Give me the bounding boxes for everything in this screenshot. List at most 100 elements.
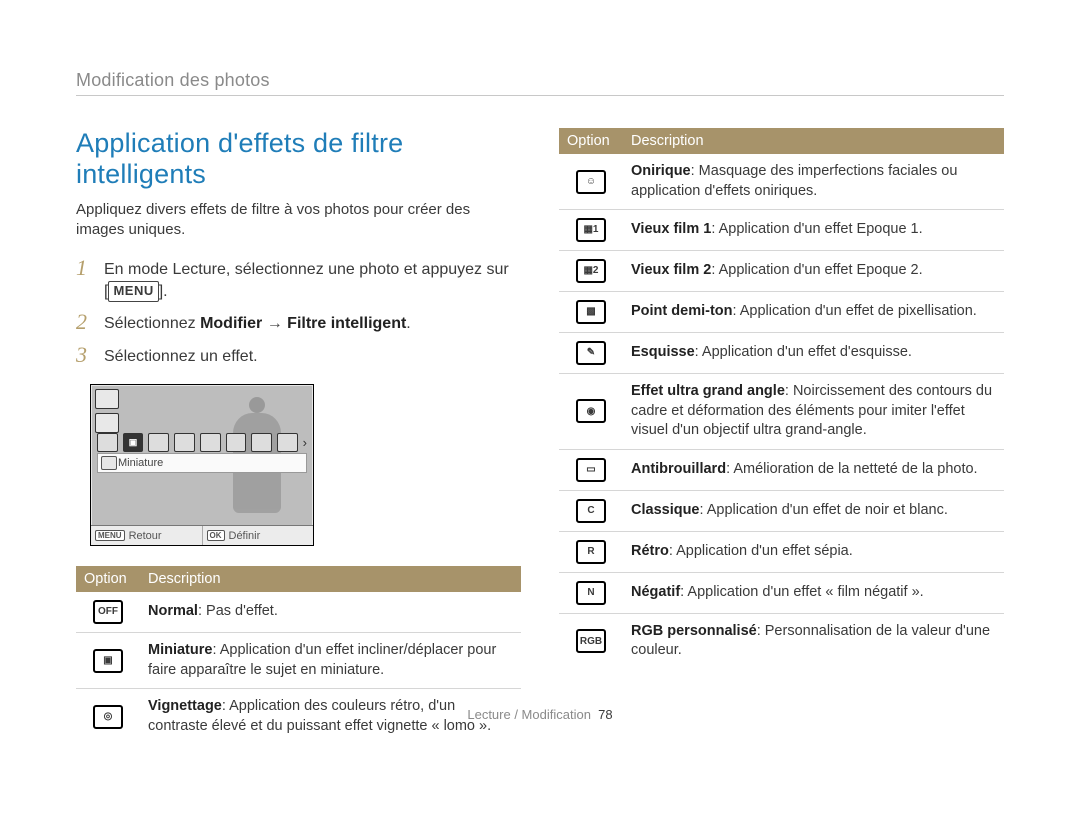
- option-name: Miniature: [148, 642, 212, 658]
- option-description-cell: Onirique: Masquage des imperfections fac…: [623, 154, 1004, 210]
- option-glyph-icon: ◉: [576, 399, 606, 423]
- step-3: Sélectionnez un effet.: [76, 346, 521, 368]
- option-glyph-icon: ☺: [576, 170, 606, 194]
- lcd-bottom-bar: MENU Retour OK Définir: [91, 525, 313, 545]
- option-description-cell: Esquisse: Application d'un effet d'esqui…: [623, 333, 1004, 374]
- option-description-cell: Effet ultra grand angle: Noircissement d…: [623, 374, 1004, 450]
- option-glyph-icon: ▩: [576, 300, 606, 324]
- page-number: 78: [598, 707, 612, 722]
- option-glyph-icon: ▦1: [576, 218, 606, 242]
- steps-list: En mode Lecture, sélectionnez une photo …: [76, 259, 521, 369]
- table-row: ✎ Esquisse: Application d'un effet d'esqu…: [559, 333, 1004, 374]
- th-option: Option: [76, 566, 140, 592]
- lcd-arrow-icon: ›: [303, 435, 307, 450]
- option-name: Onirique: [631, 163, 691, 179]
- lcd-ok: OK Définir: [203, 526, 314, 545]
- option-name: Classique: [631, 502, 700, 518]
- option-description-cell: Négatif: Application d'un effet « film n…: [623, 572, 1004, 613]
- option-icon-cell: ▣: [76, 633, 140, 689]
- step-2: Sélectionnez Modifier → Filtre intellige…: [76, 313, 521, 335]
- lcd-back: MENU Retour: [91, 526, 203, 545]
- option-icon-cell: ◉: [559, 374, 623, 450]
- lcd-back-label: Retour: [129, 530, 162, 542]
- option-glyph-icon: RGB: [576, 629, 606, 653]
- table-row: RGBRGB personnalisé: Personnalisation de…: [559, 613, 1004, 669]
- table-row: ▦2 Vieux film 2: Application d'un effet E…: [559, 251, 1004, 292]
- table-row: N Négatif: Application d'un effet « film …: [559, 572, 1004, 613]
- step-2-text-a: Sélectionnez: [104, 315, 200, 332]
- option-description: : Application d'un effet de noir et blan…: [700, 502, 948, 518]
- option-name: Vieux film 2: [631, 262, 711, 278]
- lcd-side-icons: [95, 389, 119, 433]
- breadcrumb: Modification des photos: [76, 70, 1004, 91]
- option-name: Effet ultra grand angle: [631, 383, 785, 399]
- lcd-icon: [148, 433, 169, 452]
- step-2-period: .: [406, 315, 410, 332]
- table-row: ▦1 Vieux film 1: Application d'un effet E…: [559, 210, 1004, 251]
- lcd-ok-label: Définir: [229, 530, 261, 542]
- option-name: Vieux film 1: [631, 221, 711, 237]
- option-icon-cell: RGB: [559, 613, 623, 669]
- table-row: R Rétro: Application d'un effet sépia.: [559, 531, 1004, 572]
- th-description: Description: [140, 566, 521, 592]
- table-row: ▣Miniature: Application d'un effet incli…: [76, 633, 521, 689]
- table-header-row: Option Description: [559, 128, 1004, 154]
- option-glyph-icon: N: [576, 581, 606, 605]
- table-row: C Classique: Application d'un effet de no…: [559, 490, 1004, 531]
- option-description: : Application d'un effet de pixellisatio…: [733, 303, 977, 319]
- option-glyph-icon: OFF: [93, 600, 123, 624]
- footer-section: Lecture / Modification: [467, 707, 591, 722]
- option-icon-cell: ☺: [559, 154, 623, 210]
- lcd-icon: [95, 389, 119, 409]
- option-description: : Amélioration de la netteté de la photo…: [726, 461, 978, 477]
- option-glyph-icon: R: [576, 540, 606, 564]
- lcd-preview: ▣ › Miniature MENU Retour: [90, 384, 314, 546]
- lcd-icon: [251, 433, 272, 452]
- option-description-cell: Vieux film 2: Application d'un effet Epo…: [623, 251, 1004, 292]
- lcd-icon: [200, 433, 221, 452]
- option-icon-cell: ▦2: [559, 251, 623, 292]
- option-description-cell: Antibrouillard: Amélioration de la nette…: [623, 449, 1004, 490]
- option-name: Rétro: [631, 543, 669, 559]
- two-column-layout: Application d'effets de filtre intellige…: [76, 128, 1004, 744]
- table-row: ▩ Point demi-ton: Application d'un effet …: [559, 292, 1004, 333]
- option-description-cell: Point demi-ton: Application d'un effet d…: [623, 292, 1004, 333]
- step-2-filter: Filtre intelligent: [287, 315, 406, 332]
- table-row: ◉ Effet ultra grand angle: Noircissement …: [559, 374, 1004, 450]
- menu-chip: MENU: [108, 281, 158, 302]
- option-glyph-icon: ✎: [576, 341, 606, 365]
- option-glyph-icon: ▦2: [576, 259, 606, 283]
- option-icon-cell: ▦1: [559, 210, 623, 251]
- option-description: : Application d'un effet « film négatif …: [680, 584, 924, 600]
- option-description-cell: Rétro: Application d'un effet sépia.: [623, 531, 1004, 572]
- left-column: Application d'effets de filtre intellige…: [76, 128, 521, 744]
- table-row: ☺ Onirique: Masquage des imperfections fa…: [559, 154, 1004, 210]
- lcd-icon-active: ▣: [123, 433, 144, 452]
- option-name: Négatif: [631, 584, 680, 600]
- bracket-close: ].: [159, 283, 168, 300]
- manual-page: Modification des photos Application d'ef…: [0, 0, 1080, 744]
- lead-paragraph: Appliquez divers effets de filtre à vos …: [76, 200, 521, 241]
- option-icon-cell: C: [559, 490, 623, 531]
- step-3-text: Sélectionnez un effet.: [104, 346, 258, 368]
- right-column: Option Description ☺ Onirique: Masquage d…: [559, 128, 1004, 744]
- arrow-icon: →: [262, 315, 287, 332]
- option-description-cell: Classique: Application d'un effet de noi…: [623, 490, 1004, 531]
- option-icon-cell: N: [559, 572, 623, 613]
- option-icon-cell: ▩: [559, 292, 623, 333]
- lcd-icon: [174, 433, 195, 452]
- option-name: Antibrouillard: [631, 461, 726, 477]
- step-1-text-a: En mode Lecture, sélectionnez une photo …: [104, 261, 509, 278]
- section-title: Application d'effets de filtre intellige…: [76, 128, 521, 190]
- option-glyph-icon: C: [576, 499, 606, 523]
- step-2-modifier: Modifier: [200, 315, 262, 332]
- option-name: RGB personnalisé: [631, 623, 757, 639]
- page-footer: Lecture / Modification 78: [0, 707, 1080, 722]
- lcd-filter-row: ▣ ›: [97, 433, 307, 452]
- option-description: : Application d'un effet sépia.: [669, 543, 853, 559]
- option-name: Normal: [148, 603, 198, 619]
- option-glyph-icon: ▭: [576, 458, 606, 482]
- option-icon-cell: ✎: [559, 333, 623, 374]
- lcd-row-label: Miniature: [97, 453, 307, 473]
- option-description-cell: Vieux film 1: Application d'un effet Epo…: [623, 210, 1004, 251]
